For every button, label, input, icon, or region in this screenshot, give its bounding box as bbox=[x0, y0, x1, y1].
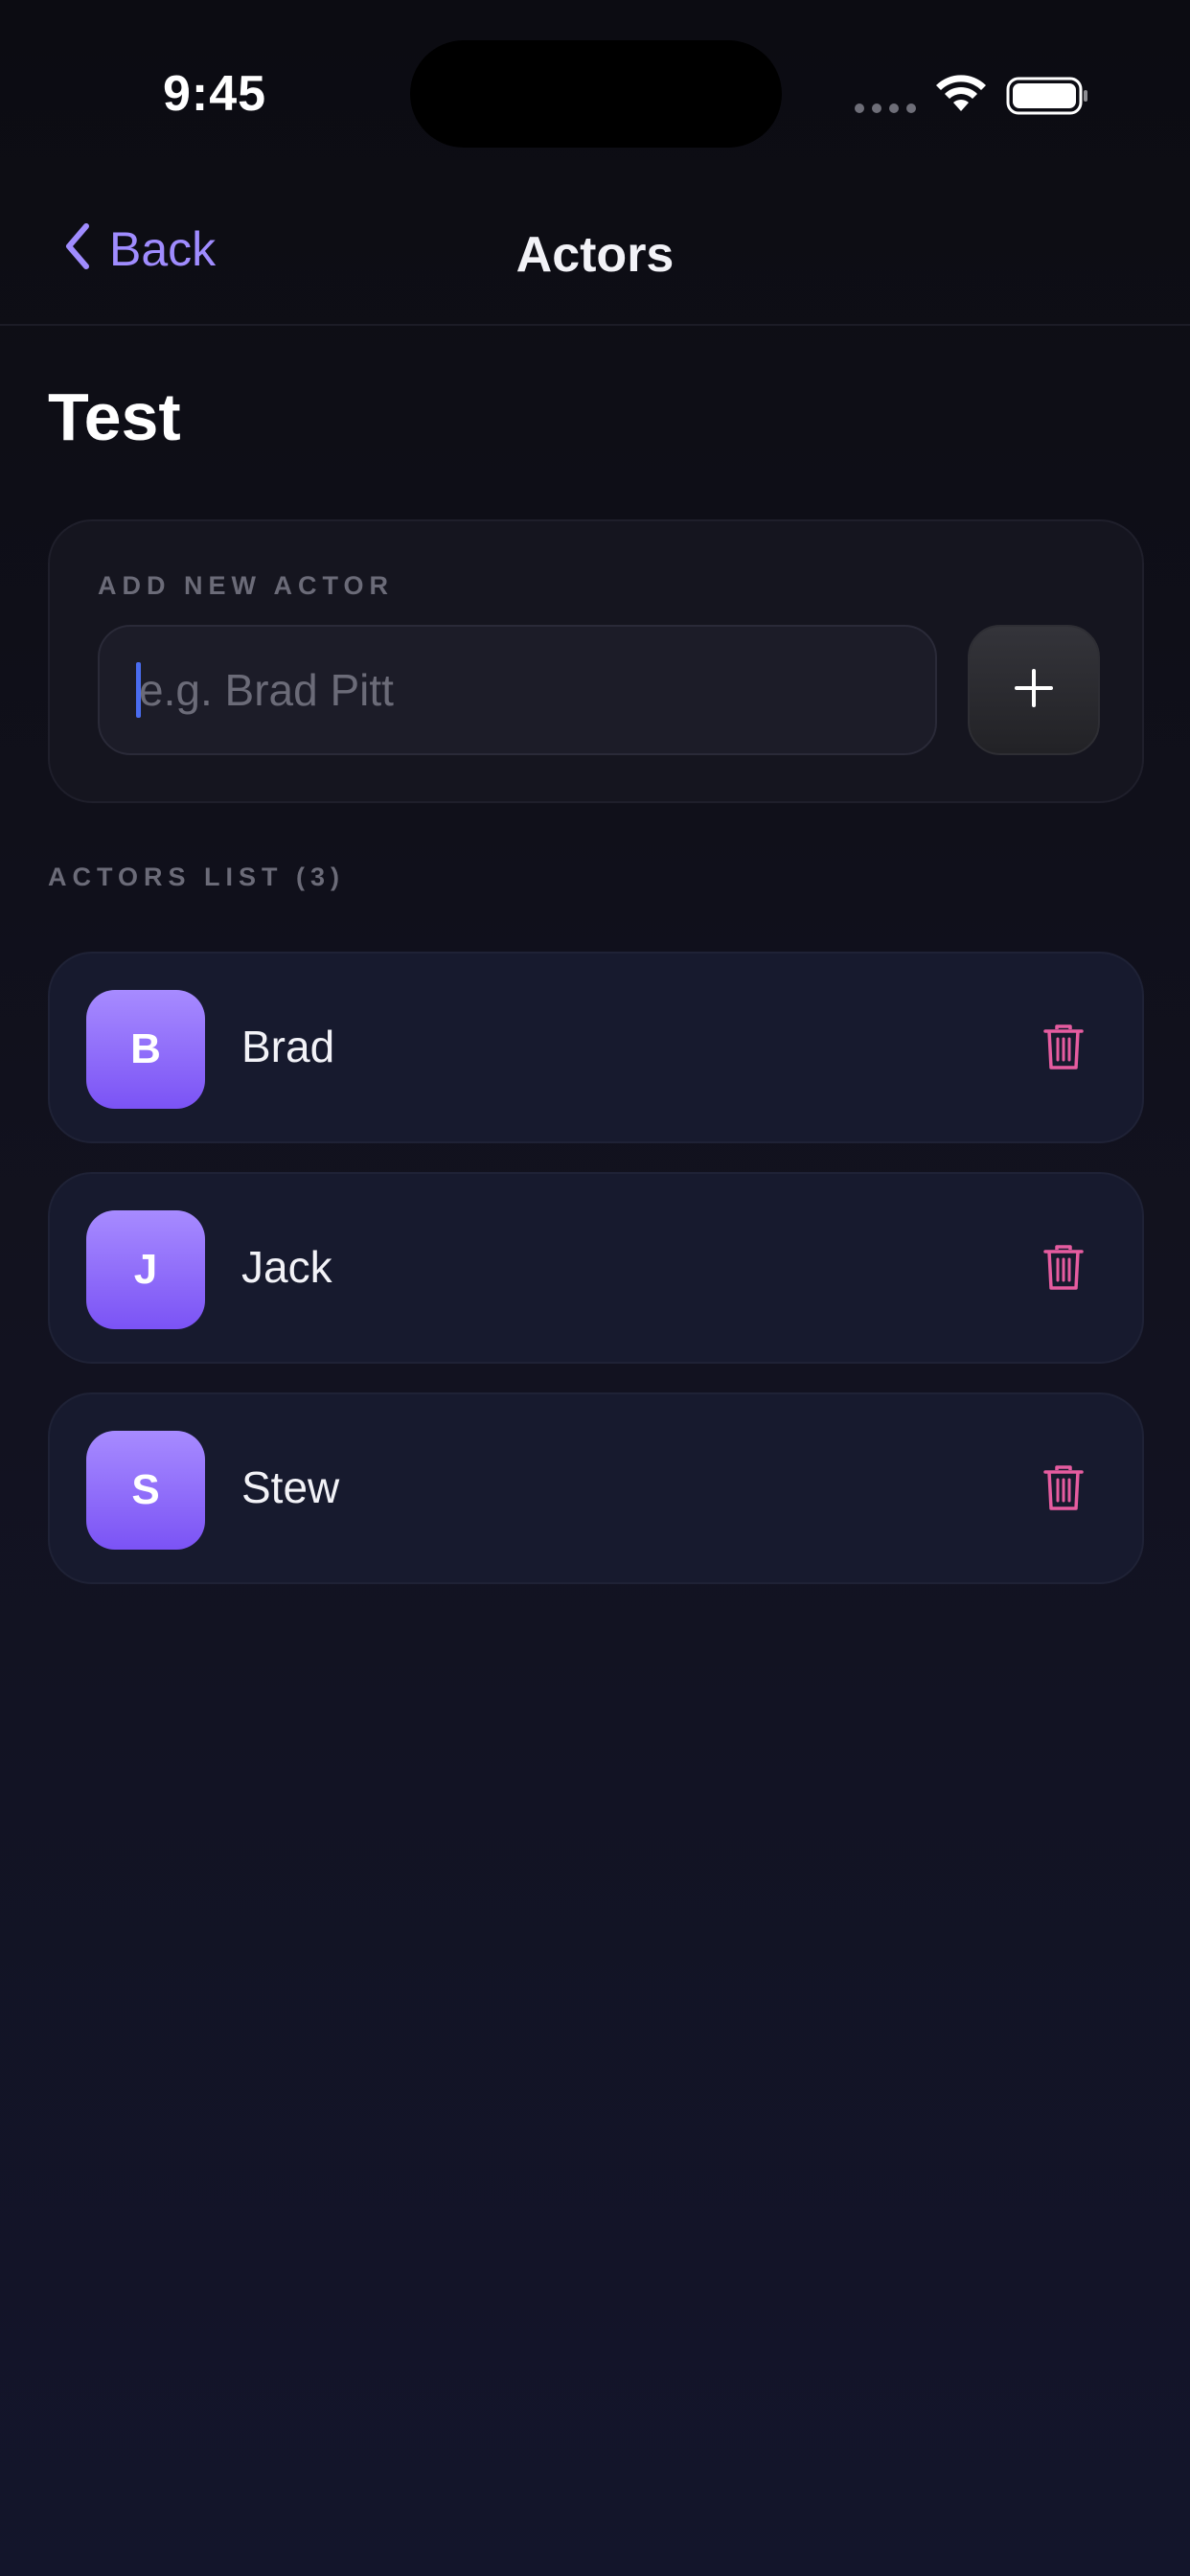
delete-button[interactable] bbox=[1037, 1463, 1090, 1517]
wifi-icon bbox=[934, 73, 988, 120]
actor-name: Stew bbox=[241, 1462, 340, 1512]
actor-name-input[interactable] bbox=[139, 664, 905, 716]
list-item: B Brad bbox=[48, 952, 1144, 1143]
nav-title: Actors bbox=[515, 227, 675, 283]
actors-list-label: ACTORS LIST (3) bbox=[48, 862, 346, 891]
actor-list: B Brad J Jack S Stew bbox=[48, 952, 1144, 1613]
screen: 9:45 Back Actors Test ADD NEW ACTOR e.g.… bbox=[0, 0, 1190, 2576]
actor-name-field[interactable] bbox=[98, 625, 937, 755]
plus-icon bbox=[1013, 667, 1055, 714]
actor-name: Brad bbox=[241, 1022, 335, 1071]
battery-icon bbox=[1006, 75, 1090, 122]
page-title: Test bbox=[48, 380, 181, 454]
status-time: 9:45 bbox=[163, 66, 267, 122]
add-actor-card: ADD NEW ACTOR bbox=[48, 519, 1144, 803]
add-actor-button[interactable] bbox=[968, 625, 1100, 755]
delete-button[interactable] bbox=[1037, 1243, 1090, 1297]
navigation-bar: Back Actors bbox=[0, 192, 1190, 326]
avatar: S bbox=[86, 1431, 205, 1550]
trash-icon bbox=[1042, 1024, 1085, 1076]
trash-icon bbox=[1042, 1244, 1085, 1297]
actor-name: Jack bbox=[241, 1242, 332, 1292]
dynamic-island bbox=[410, 40, 782, 148]
list-item: J Jack bbox=[48, 1172, 1144, 1364]
list-item: S Stew bbox=[48, 1392, 1144, 1584]
delete-button[interactable] bbox=[1037, 1023, 1090, 1076]
trash-icon bbox=[1042, 1464, 1085, 1517]
add-actor-label: ADD NEW ACTOR bbox=[98, 571, 394, 600]
avatar: J bbox=[86, 1210, 205, 1329]
status-bar: 9:45 bbox=[0, 0, 1190, 172]
cellular-signal-icon bbox=[855, 104, 916, 113]
avatar: B bbox=[86, 990, 205, 1109]
